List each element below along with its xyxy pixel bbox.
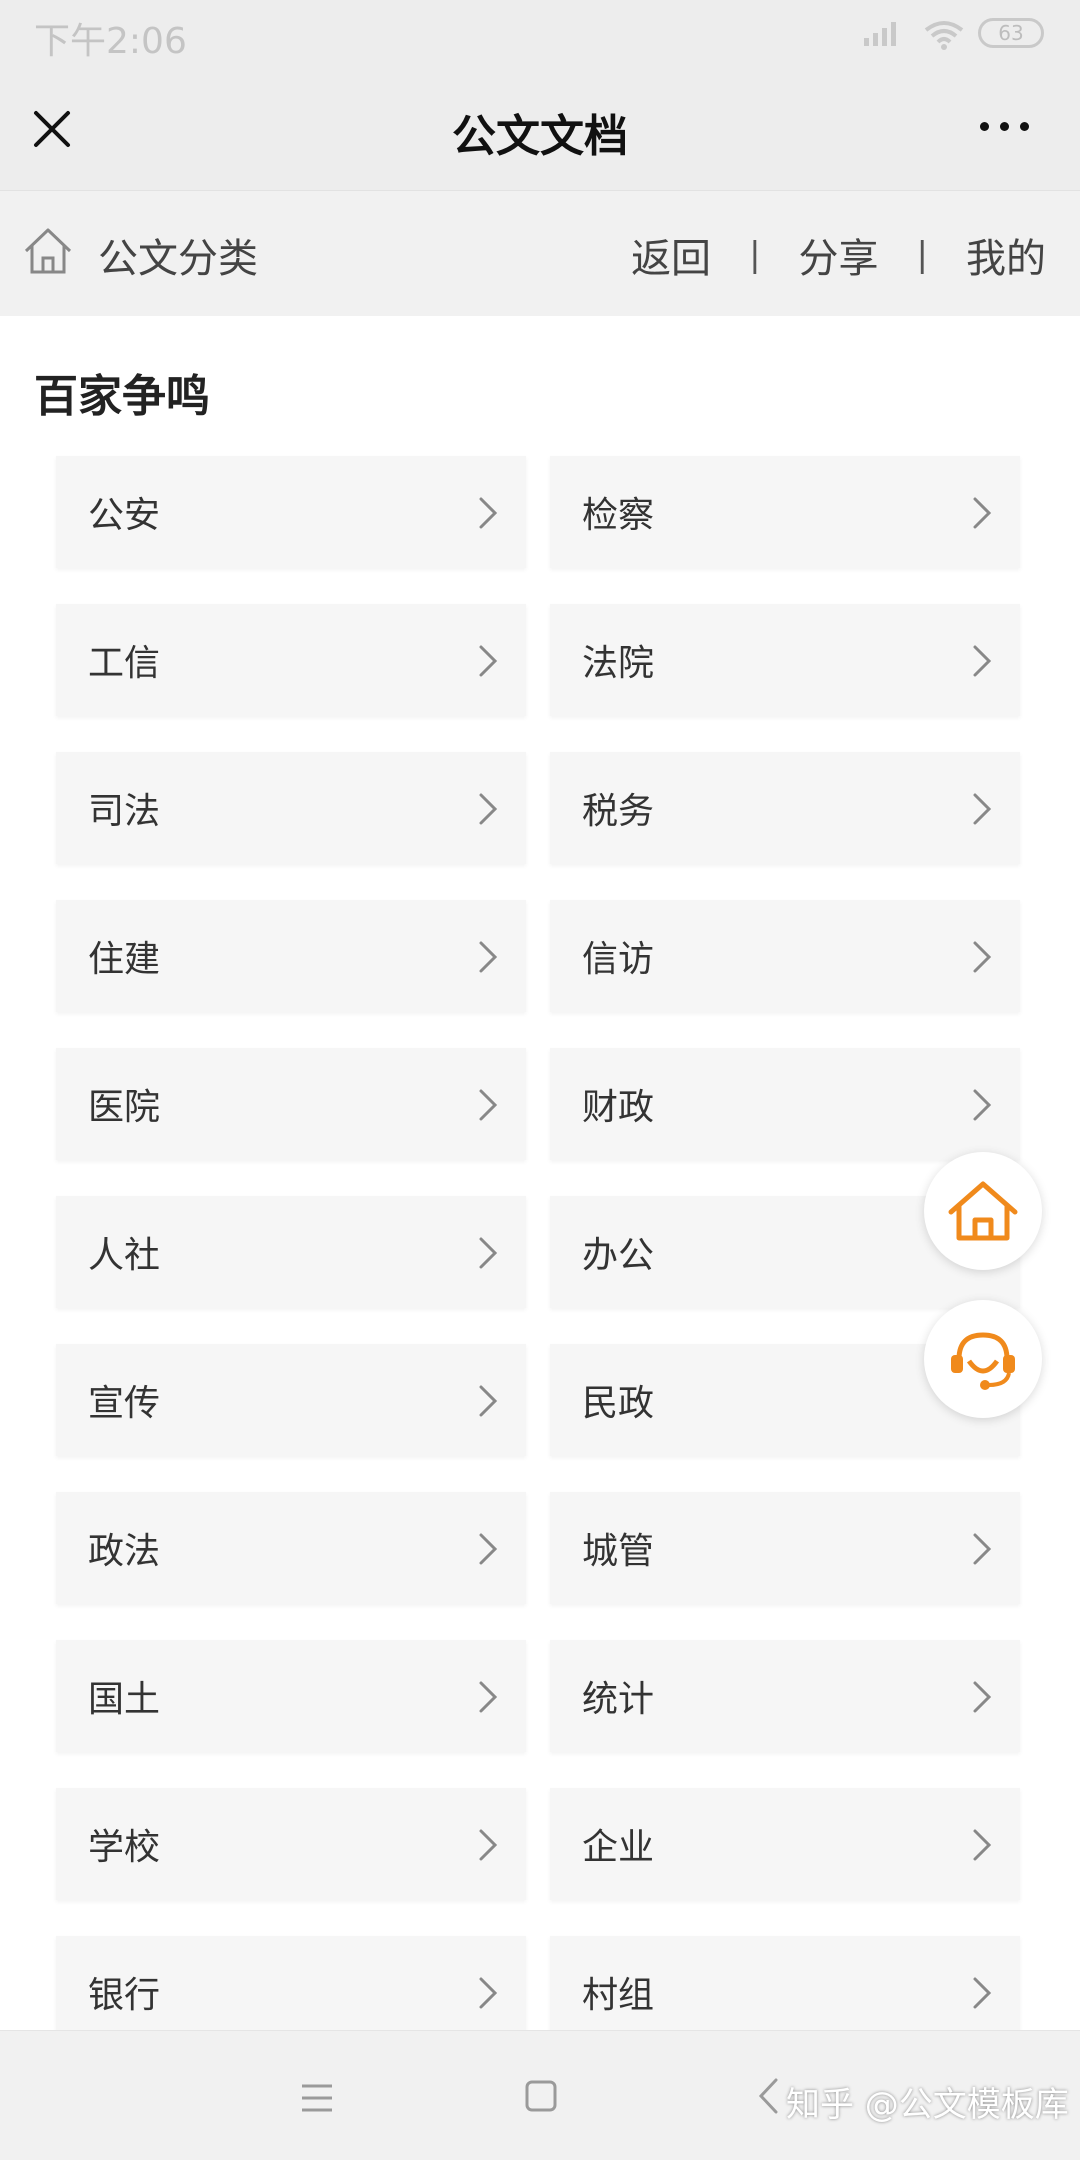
category-grid: 公安 检察工信 法院司法 税务住建 信访医院 财政人社 办公宣传 民政政法 城管国土 统计学校 企业… [56, 456, 1026, 2048]
category-item[interactable]: 检察 [550, 456, 1020, 568]
category-item[interactable]: 政法 [56, 1492, 526, 1604]
signal-icon [864, 22, 896, 46]
chevron-right-icon [973, 645, 992, 677]
category-label: 公安 [88, 495, 161, 536]
category-label: 企业 [582, 1827, 655, 1868]
chevron-right-icon [973, 941, 992, 973]
chevron-right-icon [479, 941, 498, 973]
category-item[interactable]: 国土 [56, 1640, 526, 1752]
category-item[interactable]: 司法 [56, 752, 526, 864]
status-time: 下午2:06 [34, 21, 187, 62]
category-label: 村组 [582, 1975, 655, 2016]
page-title: 公文文档 [452, 111, 628, 162]
chevron-right-icon [973, 793, 992, 825]
battery-indicator: 63 [978, 18, 1044, 48]
floating-service-button[interactable] [924, 1300, 1042, 1418]
chevron-right-icon [479, 793, 498, 825]
category-label: 办公 [582, 1235, 655, 1276]
chevron-right-icon [973, 1533, 992, 1565]
mine-link[interactable]: 我的 [966, 226, 1046, 284]
chevron-right-icon [973, 1977, 992, 2009]
chevron-right-icon [973, 1829, 992, 1861]
chevron-right-icon [479, 1829, 498, 1861]
category-item[interactable]: 公安 [56, 456, 526, 568]
chevron-right-icon [973, 497, 992, 529]
back-link[interactable]: 返回 [631, 226, 711, 284]
chevron-right-icon [479, 1237, 498, 1269]
more-icon[interactable] [980, 122, 1030, 136]
home-icon[interactable] [22, 225, 74, 277]
category-label: 政法 [88, 1531, 161, 1572]
category-item[interactable]: 统计 [550, 1640, 1020, 1752]
category-item[interactable]: 住建 [56, 900, 526, 1012]
status-bar: 下午2:06 63 [0, 0, 1080, 70]
category-label: 城管 [582, 1531, 655, 1572]
chevron-right-icon [479, 1681, 498, 1713]
category-item[interactable]: 财政 [550, 1048, 1020, 1160]
section-title: 百家争鸣 [34, 371, 210, 422]
category-label: 检察 [582, 495, 655, 536]
watermark-text: 知乎 @公文模板库 [786, 2085, 1069, 2125]
category-item[interactable]: 法院 [550, 604, 1020, 716]
nav-separator: | [916, 235, 928, 275]
share-link[interactable]: 分享 [799, 226, 879, 284]
category-title: 公文分类 [98, 236, 258, 282]
chevron-right-icon [479, 1385, 498, 1417]
chevron-right-icon [973, 1089, 992, 1121]
wifi-icon [924, 21, 964, 50]
category-label: 信访 [582, 939, 655, 980]
category-label: 统计 [582, 1679, 655, 1720]
category-item[interactable]: 医院 [56, 1048, 526, 1160]
category-item[interactable]: 信访 [550, 900, 1020, 1012]
category-label: 住建 [88, 939, 161, 980]
category-label: 财政 [582, 1087, 655, 1128]
home-icon [948, 1181, 1018, 1241]
chevron-right-icon [479, 1533, 498, 1565]
back-icon[interactable] [756, 2077, 780, 2115]
chevron-right-icon [479, 1089, 498, 1121]
square-home-icon[interactable] [524, 2079, 558, 2113]
category-label: 学校 [88, 1827, 161, 1868]
category-label: 民政 [582, 1383, 655, 1424]
category-nav: 公文分类 返回 | 分享 | 我的 [0, 190, 1080, 316]
category-item[interactable]: 税务 [550, 752, 1020, 864]
category-item[interactable]: 人社 [56, 1196, 526, 1308]
chevron-right-icon [479, 645, 498, 677]
category-label: 人社 [88, 1235, 161, 1276]
title-bar: 公文文档 [0, 70, 1080, 190]
category-label: 国土 [88, 1679, 161, 1720]
chevron-right-icon [479, 497, 498, 529]
nav-links: 返回 | 分享 | 我的 [631, 226, 1046, 284]
headset-icon [951, 1332, 1015, 1390]
category-item[interactable]: 学校 [56, 1788, 526, 1900]
category-item[interactable]: 宣传 [56, 1344, 526, 1456]
category-label: 税务 [582, 791, 655, 832]
category-item[interactable]: 企业 [550, 1788, 1020, 1900]
chevron-right-icon [973, 1681, 992, 1713]
floating-home-button[interactable] [924, 1152, 1042, 1270]
category-label: 司法 [88, 791, 161, 832]
category-label: 银行 [88, 1975, 161, 2016]
category-item[interactable]: 工信 [56, 604, 526, 716]
menu-icon[interactable] [300, 2083, 334, 2113]
category-label: 宣传 [88, 1383, 161, 1424]
category-label: 医院 [88, 1087, 161, 1128]
category-item[interactable]: 城管 [550, 1492, 1020, 1604]
nav-separator: | [749, 235, 761, 275]
system-nav-bar: 知乎 @公文模板库 [0, 2030, 1080, 2160]
category-label: 法院 [582, 643, 655, 684]
chevron-right-icon [479, 1977, 498, 2009]
category-label: 工信 [88, 643, 161, 684]
